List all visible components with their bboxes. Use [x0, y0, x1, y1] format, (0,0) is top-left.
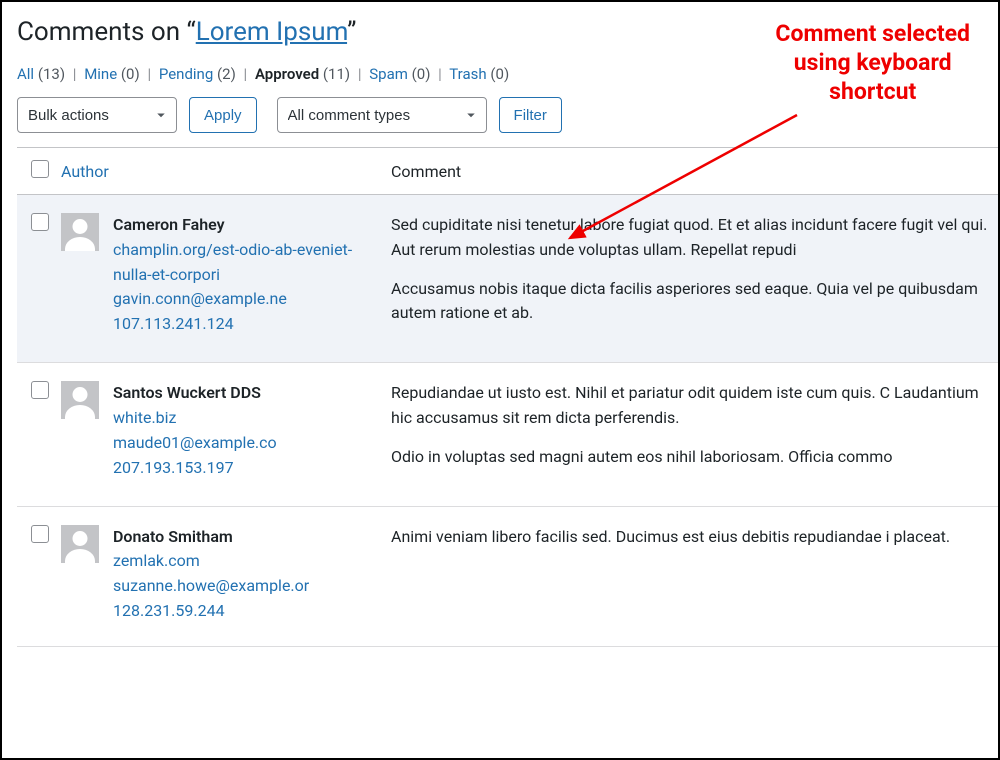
author-url[interactable]: zemlak.com — [113, 549, 309, 574]
author-url[interactable]: champlin.org/est-odio-ab-eveniet-nulla-e… — [113, 238, 381, 288]
filter-spam[interactable]: Spam (0) — [369, 65, 430, 83]
comment-content: Sed cupiditate nisi tenetur labore fugia… — [391, 195, 998, 363]
apply-button[interactable]: Apply — [189, 97, 257, 133]
col-checkbox — [17, 148, 61, 195]
filter-pending[interactable]: Pending (2) — [159, 65, 236, 83]
comment-content: Repudiandae ut iusto est. Nihil et paria… — [391, 363, 998, 506]
comment-content: Animi veniam libero facilis sed. Ducimus… — [391, 506, 998, 646]
row-checkbox[interactable] — [31, 525, 49, 543]
avatar — [61, 213, 99, 251]
post-title-link[interactable]: Lorem Ipsum — [196, 17, 347, 47]
bulk-actions-select[interactable]: Bulk actions — [17, 97, 177, 133]
select-all-checkbox[interactable] — [31, 160, 49, 178]
col-comment: Comment — [391, 148, 998, 195]
heading-prefix: Comments on — [17, 17, 187, 47]
author-url[interactable]: white.biz — [113, 406, 277, 431]
table-row[interactable]: Cameron Faheychamplin.org/est-odio-ab-ev… — [17, 195, 998, 363]
filter-mine[interactable]: Mine (0) — [84, 65, 140, 83]
author-email[interactable]: suzanne.howe@example.or — [113, 574, 309, 599]
page-title: Comments on “Lorem Ipsum” — [17, 17, 998, 47]
row-checkbox[interactable] — [31, 213, 49, 231]
table-row[interactable]: Donato Smithamzemlak.comsuzanne.howe@exa… — [17, 506, 998, 646]
col-author[interactable]: Author — [61, 148, 391, 195]
avatar — [61, 525, 99, 563]
author-email[interactable]: maude01@example.co — [113, 431, 277, 456]
author-email[interactable]: gavin.conn@example.ne — [113, 287, 381, 312]
filter-button[interactable]: Filter — [499, 97, 562, 133]
row-checkbox[interactable] — [31, 381, 49, 399]
author-ip[interactable]: 207.193.153.197 — [113, 456, 277, 481]
status-filters: All (13) | Mine (0) | Pending (2) | Appr… — [17, 65, 998, 83]
table-row[interactable]: Santos Wuckert DDSwhite.bizmaude01@examp… — [17, 363, 998, 506]
filter-all[interactable]: All (13) — [17, 65, 65, 83]
author-name: Santos Wuckert DDS — [113, 381, 277, 406]
comment-types-select[interactable]: All comment types — [277, 97, 487, 133]
author-name: Cameron Fahey — [113, 213, 381, 238]
filter-approved[interactable]: Approved (11) — [255, 65, 350, 83]
tablenav-top: Bulk actions Apply All comment types Fil… — [17, 97, 998, 133]
filter-trash[interactable]: Trash (0) — [449, 65, 509, 83]
author-ip[interactable]: 128.231.59.244 — [113, 599, 309, 624]
avatar — [61, 381, 99, 419]
author-ip[interactable]: 107.113.241.124 — [113, 312, 381, 337]
author-name: Donato Smitham — [113, 525, 309, 550]
comments-table: Author Comment Cameron Faheychamplin.org… — [17, 147, 998, 647]
